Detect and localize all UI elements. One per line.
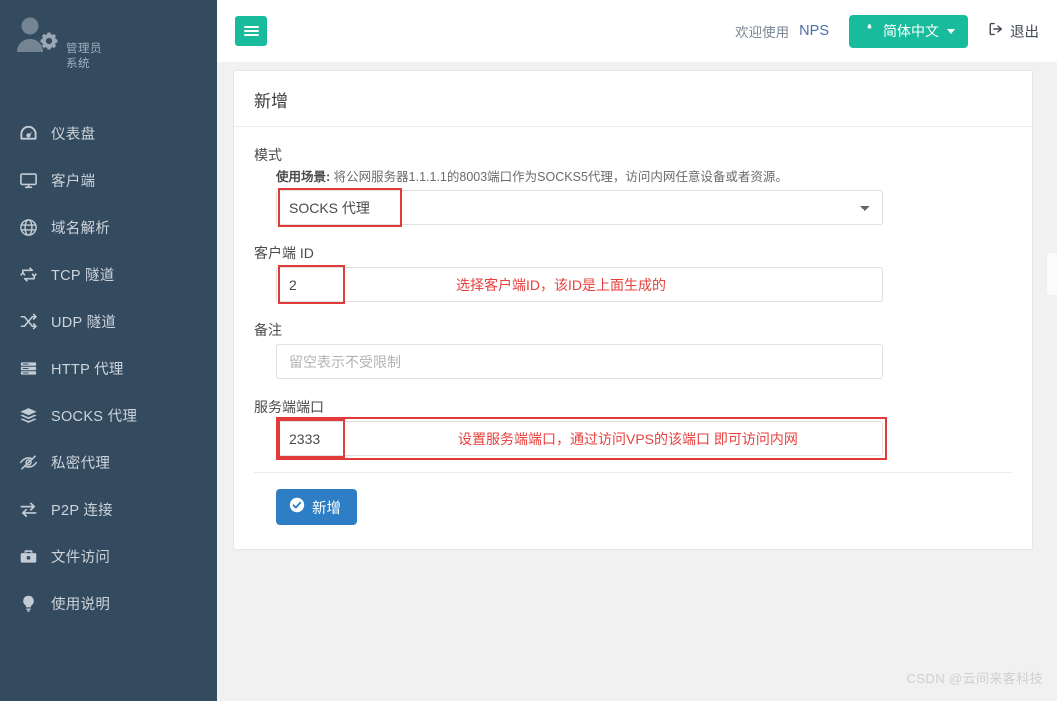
sidebar-item-label: 使用说明 xyxy=(51,597,111,613)
sidebar-item-label: 域名解析 xyxy=(51,221,111,237)
logout-label: 退出 xyxy=(1010,24,1039,41)
user-gear-icon xyxy=(14,14,60,58)
topbar-right: 欢迎使用 NPS 简体中文 退出 xyxy=(735,0,1039,62)
layers-icon xyxy=(18,406,38,426)
sidebar-item-label: 仪表盘 xyxy=(51,127,96,143)
sidebar-item-label: UDP 隧道 xyxy=(51,315,117,331)
retweet-icon xyxy=(18,265,38,285)
form-group-client-id: 客户端 ID 选择客户端ID，该ID是上面生成的 xyxy=(254,243,1012,304)
submit-label: 新增 xyxy=(312,500,341,517)
form-group-server-port: 服务端端口 设置服务端端口，通过访问VPS的该端口 即可访问内网 xyxy=(254,397,1012,460)
sidebar-item-http-proxy[interactable]: HTTP 代理 xyxy=(0,345,217,392)
sidebar-item-label: SOCKS 代理 xyxy=(51,409,138,425)
server-port-field-wrap: 设置服务端端口，通过访问VPS的该端口 即可访问内网 xyxy=(276,417,1012,460)
brand-line-2: 系统 xyxy=(66,58,90,70)
watermark: CSDN @云间来客科技 xyxy=(906,671,1043,686)
sidebar-item-file-access[interactable]: 文件访问 xyxy=(0,533,217,580)
globe-icon xyxy=(18,218,38,238)
sidebar-item-label: 私密代理 xyxy=(51,456,111,472)
sidebar-item-client[interactable]: 客户端 xyxy=(0,157,217,204)
form-group-mode: 模式 使用场景: 将公网服务器1.1.1.1的8003端口作为SOCKS5代理，… xyxy=(254,145,1012,227)
server-port-label: 服务端端口 xyxy=(254,399,324,415)
remark-input[interactable] xyxy=(276,344,883,379)
briefcase-icon xyxy=(18,547,38,567)
server-port-input[interactable] xyxy=(276,421,883,456)
client-id-input[interactable] xyxy=(276,267,883,302)
client-id-field-wrap: 选择客户端ID，该ID是上面生成的 xyxy=(276,265,1012,304)
globe-icon xyxy=(862,22,877,40)
sidebar-nav: 仪表盘 客户端 域名解析 TCP 隧道 UDP 隧道 HTTP 代理 SOCKS… xyxy=(0,110,217,627)
nps-link[interactable]: NPS xyxy=(799,23,829,39)
sidebar-item-instructions[interactable]: 使用说明 xyxy=(0,580,217,627)
exchange-icon xyxy=(18,500,38,520)
panel-header: 新增 xyxy=(234,71,1032,127)
sidebar-item-private-proxy[interactable]: 私密代理 xyxy=(0,439,217,486)
sidebar-item-label: TCP 隧道 xyxy=(51,268,115,284)
menu-toggle-icon xyxy=(243,23,259,39)
shuffle-icon xyxy=(18,312,38,332)
mode-label: 模式 xyxy=(254,147,282,163)
sign-out-icon xyxy=(988,21,1004,41)
page-title: 新增 xyxy=(254,92,288,111)
brand-header: 管理员 系统 xyxy=(0,0,217,84)
panel-body: 模式 使用场景: 将公网服务器1.1.1.1的8003端口作为SOCKS5代理，… xyxy=(234,127,1032,549)
brand-text: 管理员 系统 xyxy=(66,14,106,72)
welcome-text: 欢迎使用 xyxy=(735,25,790,40)
form-divider xyxy=(254,472,1012,473)
topbar: 欢迎使用 NPS 简体中文 退出 xyxy=(217,0,1057,63)
edge-tab[interactable] xyxy=(1046,252,1057,296)
brand-line-1: 管理员 xyxy=(66,43,102,55)
mode-select[interactable]: SOCKS 代理 xyxy=(276,190,883,225)
mode-hint: 使用场景: 将公网服务器1.1.1.1的8003端口作为SOCKS5代理，访问内… xyxy=(276,169,1012,186)
desktop-icon xyxy=(18,171,38,191)
chevron-down-icon xyxy=(947,28,955,34)
dashboard-icon xyxy=(18,124,38,144)
menu-toggle-button[interactable] xyxy=(235,16,267,46)
sidebar-item-tcp-tunnel[interactable]: TCP 隧道 xyxy=(0,251,217,298)
mode-hint-text: 将公网服务器1.1.1.1的8003端口作为SOCKS5代理，访问内网任意设备或… xyxy=(330,170,788,184)
sidebar-item-label: P2P 连接 xyxy=(51,503,113,519)
sidebar-item-label: 文件访问 xyxy=(51,550,111,566)
sidebar-item-dashboard[interactable]: 仪表盘 xyxy=(0,110,217,157)
submit-button[interactable]: 新增 xyxy=(276,489,357,525)
sidebar: 管理员 系统 仪表盘 客户端 域名解析 TCP 隧道 UDP 隧道 HTTP 代… xyxy=(0,0,217,701)
lightbulb-icon xyxy=(18,594,38,614)
content-area: 新增 模式 使用场景: 将公网服务器1.1.1.1的8003端口作为SOCKS5… xyxy=(217,62,1057,701)
logout-link[interactable]: 退出 xyxy=(988,21,1039,42)
mode-field-wrap: SOCKS 代理 xyxy=(276,188,1012,227)
sidebar-item-socks-proxy[interactable]: SOCKS 代理 xyxy=(0,392,217,439)
language-button[interactable]: 简体中文 xyxy=(849,14,968,48)
remark-label: 备注 xyxy=(254,322,282,338)
client-id-label: 客户端 ID xyxy=(254,245,314,261)
sidebar-item-udp-tunnel[interactable]: UDP 隧道 xyxy=(0,298,217,345)
sidebar-item-label: 客户端 xyxy=(51,174,96,190)
add-form-panel: 新增 模式 使用场景: 将公网服务器1.1.1.1的8003端口作为SOCKS5… xyxy=(233,70,1033,550)
eye-slash-icon xyxy=(18,453,38,473)
remark-field-wrap xyxy=(276,344,1012,379)
sidebar-item-domain[interactable]: 域名解析 xyxy=(0,204,217,251)
sidebar-item-p2p[interactable]: P2P 连接 xyxy=(0,486,217,533)
mode-hint-prefix: 使用场景: xyxy=(276,170,331,184)
sidebar-item-label: HTTP 代理 xyxy=(51,362,124,378)
form-group-remark: 备注 xyxy=(254,320,1012,379)
check-circle-icon xyxy=(289,497,305,517)
server-icon xyxy=(18,359,38,379)
language-label: 简体中文 xyxy=(883,23,939,39)
